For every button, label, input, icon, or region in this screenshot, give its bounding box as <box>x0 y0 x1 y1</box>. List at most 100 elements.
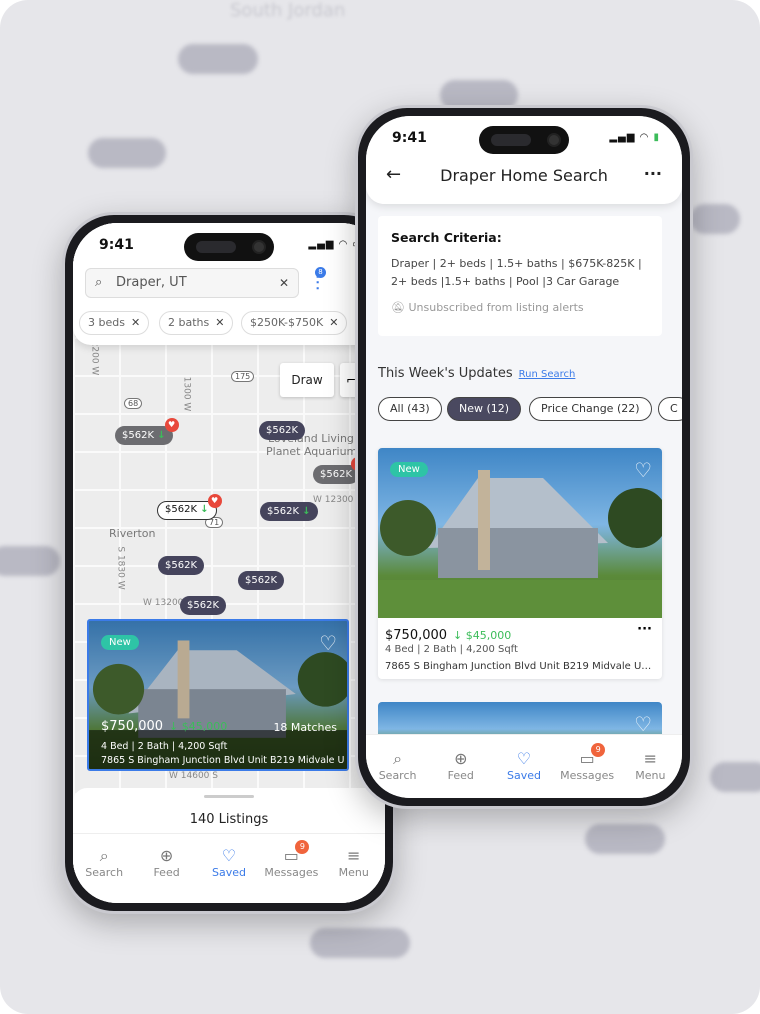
map-label: W 14600 S <box>169 771 218 781</box>
segment-price-change[interactable]: Price Change (22) <box>529 397 652 421</box>
map-pin[interactable]: $562K ↓ <box>260 502 318 521</box>
segment-new[interactable]: New (12) <box>447 397 522 421</box>
tab-bar: ⌕ Search ⊕ Feed ♡ Saved ▭ Messages 9 ≡ Menu <box>73 833 385 903</box>
bg-pin <box>710 762 760 792</box>
header: 9:41 ▂▄▆ ◠ ▮ ← Draper Home Search ··· <box>366 116 682 204</box>
tab-saved[interactable]: ♡ Saved <box>201 846 257 903</box>
globe-icon: ⊕ <box>159 846 174 865</box>
search-header: 9:41 ▂▄▆ ◠ ▭ ⌕ Draper, UT ✕ ⫶ 8 3 beds ✕ 2… <box>73 223 385 345</box>
search-icon: ⌕ <box>393 749 403 768</box>
map-pin-selected[interactable]: $562K ↓ ♥ <box>157 494 222 520</box>
bg-pin <box>690 204 740 234</box>
search-input[interactable]: ⌕ Draper, UT ✕ <box>85 268 299 298</box>
more-options-icon[interactable]: ··· <box>644 164 662 183</box>
globe-icon: ⊕ <box>454 749 468 768</box>
bg-pin <box>178 44 258 74</box>
listing-card[interactable]: New ♡ $750,000 ↓ $45,000 ··· 4 Bed | 2 Ba… <box>378 448 662 679</box>
heart-icon: ♡ <box>516 749 532 768</box>
listing-address: 7865 S Bingham Junction Blvd Unit B219 M… <box>101 755 345 766</box>
map-label: 1300 W <box>181 376 192 412</box>
listings-count: 140 Listings <box>189 812 269 827</box>
tab-menu[interactable]: ≡ Menu <box>622 749 678 798</box>
tab-search[interactable]: ⌕ Search <box>76 846 132 903</box>
price-drop: ↓ $45,000 <box>453 629 512 642</box>
status-icons: ▂▄▆ ◠ ▮ <box>609 132 660 143</box>
listing-price-row: $750,000 ↓ $45,000 <box>101 719 227 734</box>
listing-meta: 4 Bed | 2 Bath | 4,200 Sqft <box>385 644 518 655</box>
search-value: Draper, UT <box>116 275 187 290</box>
filter-chip[interactable]: 2 baths ✕ <box>159 311 234 335</box>
favorite-heart-icon[interactable]: ♡ <box>634 458 652 482</box>
map-label: South Jordan <box>230 0 346 21</box>
heart-icon: ♥ <box>164 418 179 432</box>
dynamic-island <box>479 126 569 154</box>
map-pin[interactable]: $562K <box>259 421 306 440</box>
listing-card[interactable]: New ♡ $750,000 ↓ $45,000 18 Matches 4 Bed… <box>87 619 349 771</box>
map-pin[interactable]: $562K ↓ ♥ <box>115 418 179 445</box>
status-time: 9:41 <box>99 237 134 253</box>
tab-feed[interactable]: ⊕ Feed <box>139 846 195 903</box>
map-label: Riverton <box>109 527 156 540</box>
tab-feed[interactable]: ⊕ Feed <box>433 749 489 798</box>
clear-search-button[interactable]: ✕ <box>279 269 289 297</box>
map-pin[interactable]: $562K <box>180 596 227 615</box>
listing-meta: 4 Bed | 2 Bath | 4,200 Sqft <box>101 741 228 752</box>
tab-messages[interactable]: ▭ Messages 9 <box>263 840 319 903</box>
bell-off-icon: 🔕︎ <box>391 301 405 314</box>
status-time: 9:41 <box>392 130 427 146</box>
tab-messages[interactable]: ▭ Messages 9 <box>559 743 615 798</box>
filter-chip[interactable]: 3 beds ✕ <box>79 311 150 335</box>
map-label: Planet Aquarium <box>266 445 358 458</box>
chat-icon: ▭ <box>579 749 595 768</box>
map-label: S 1830 W <box>115 546 126 590</box>
draw-button[interactable]: Draw <box>280 363 334 397</box>
saved-search-phone: 9:41 ▂▄▆ ◠ ▮ ← Draper Home Search ··· Se… <box>355 105 693 809</box>
filter-count-badge: 8 <box>315 267 326 278</box>
drag-handle[interactable] <box>204 795 254 798</box>
segment-all[interactable]: All (43) <box>378 397 442 421</box>
filter-chip[interactable]: $250K-$750K ✕ <box>241 311 348 335</box>
saved-search-screen: 9:41 ▂▄▆ ◠ ▮ ← Draper Home Search ··· Se… <box>366 116 682 798</box>
bg-pin <box>310 928 410 958</box>
alerts-status[interactable]: 🔕︎ Unsubscribed from listing alerts <box>391 301 649 314</box>
filter-button[interactable]: ⫶ 8 <box>315 267 326 295</box>
bg-pin <box>88 138 166 168</box>
map-screen: 2200 W 1300 W 175 68 71 Loveland Living … <box>73 223 385 903</box>
criteria-heading: Search Criteria: <box>391 230 502 245</box>
chat-icon: ▭ <box>283 846 299 865</box>
house-photo: New ♡ <box>378 448 662 618</box>
listing-price: $750,000 <box>101 719 164 734</box>
segment-more[interactable]: C <box>658 397 682 421</box>
remove-chip-icon[interactable]: ✕ <box>215 316 224 329</box>
menu-icon: ≡ <box>643 749 658 768</box>
favorite-heart-icon[interactable]: ♡ <box>634 712 652 736</box>
search-icon: ⌕ <box>95 275 103 290</box>
price-drop: ↓ $45,000 <box>169 720 228 733</box>
remove-chip-icon[interactable]: ✕ <box>131 316 140 329</box>
tab-saved[interactable]: ♡ Saved <box>496 749 552 798</box>
more-options-icon[interactable]: ··· <box>637 622 652 637</box>
tab-bar: ⌕ Search ⊕ Feed ♡ Saved ▭ Messages 9 ≡ Menu <box>366 734 682 798</box>
map-label: 2200 W <box>89 340 100 376</box>
map-pin[interactable]: $562K♥ <box>313 457 366 484</box>
tab-search[interactable]: ⌕ Search <box>370 749 426 798</box>
map-pin[interactable]: $562K <box>238 571 285 590</box>
dynamic-island <box>184 233 274 261</box>
new-badge: New <box>101 635 139 650</box>
matches-count: 18 Matches <box>273 721 337 734</box>
listing-price-row: $750,000 ↓ $45,000 <box>385 624 511 643</box>
listing-price: $750,000 <box>385 628 448 643</box>
heart-icon: ♡ <box>221 846 237 865</box>
favorite-heart-icon[interactable]: ♡ <box>319 631 337 655</box>
page-title: Draper Home Search <box>440 166 608 185</box>
remove-chip-icon[interactable]: ✕ <box>329 316 338 329</box>
search-criteria-card: Search Criteria: Draper | 2+ beds | 1.5+… <box>378 216 662 336</box>
tab-menu[interactable]: ≡ Menu <box>326 846 382 903</box>
route-marker: 68 <box>124 398 143 409</box>
heart-icon: ♥ <box>207 494 222 508</box>
criteria-text: Draper | 2+ beds | 1.5+ baths | $675K-82… <box>391 257 642 288</box>
map-pin[interactable]: $562K <box>158 556 205 575</box>
listing-address: 7865 S Bingham Junction Blvd Unit B219 M… <box>385 661 653 672</box>
run-search-link[interactable]: Run Search <box>519 369 576 380</box>
bg-pin <box>585 824 665 854</box>
